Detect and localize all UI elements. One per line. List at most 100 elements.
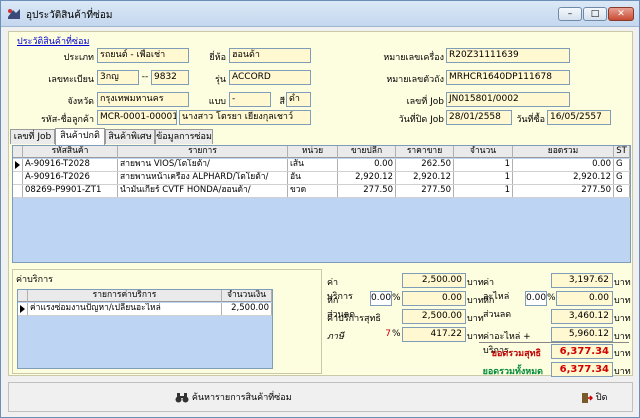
baht-label: บาท <box>467 278 484 288</box>
col-header-unit[interactable]: หน่วย <box>288 146 338 158</box>
baht-label: บาท <box>467 314 484 324</box>
plate-prefix-field[interactable]: 3กญ <box>97 70 139 85</box>
percent-label: % <box>392 293 401 303</box>
close-window-button[interactable]: ✕ <box>608 7 634 21</box>
cell-retail: 277.50 <box>338 185 396 197</box>
vat-amount-field[interactable]: 417.22 <box>402 327 466 342</box>
cell-item: น้ำมันเกียร์ CVTF HONDA/ฮอนด้า/ <box>118 185 288 197</box>
service-net-field[interactable]: 2,500.00 <box>402 309 466 324</box>
col-header-st[interactable]: ST <box>614 146 630 158</box>
cell-st: G <box>614 172 630 184</box>
row-pointer-icon <box>18 303 28 315</box>
cell-code: A-90916-T2026 <box>23 172 118 184</box>
history-link[interactable]: ประวัติสินค้าที่ซ่อม <box>17 34 89 48</box>
col-header-price[interactable]: ราคาขาย <box>396 146 454 158</box>
parts-discount-amt-field[interactable]: 0.00 <box>556 291 613 306</box>
model-field[interactable]: ACCORD <box>229 70 311 85</box>
baht-label: บาท <box>614 296 631 306</box>
title-bar: อุประวัติสินค้าที่ซ่อม – □ ✕ <box>1 1 639 27</box>
brand-field[interactable]: ฮอนด้า <box>229 48 311 63</box>
search-button-label: ค้นหารายการสินค้าที่ซ่อม <box>191 393 292 403</box>
cell-code: A-90916-T2028 <box>23 159 118 171</box>
buy-date-field[interactable]: 16/05/2557 <box>547 110 611 125</box>
plate-number-field[interactable]: 9832 <box>151 70 189 85</box>
cell-service-amount: 2,500.00 <box>222 303 272 315</box>
brand-label: ยี่ห้อ <box>209 53 226 63</box>
vehicle-type-field[interactable]: รถยนต์ - เพื่อเช่า <box>97 48 189 63</box>
cell-total: 0.00 <box>513 159 614 171</box>
row-indicator <box>13 172 23 184</box>
app-icon <box>8 9 20 19</box>
service-group-title: ค่าบริการ <box>16 275 53 285</box>
parts-fee-field[interactable]: 3,197.62 <box>551 273 613 288</box>
service-discount-pct-field[interactable]: 0.00 <box>370 291 392 306</box>
cell-st: G <box>614 185 630 197</box>
parts-table-header: รหัสสินค้า รายการ หน่วย ขายปลีก ราคาขาย … <box>13 146 630 158</box>
col-header-retail[interactable]: ขายปลีก <box>338 146 396 158</box>
tab-repair-info[interactable]: ข้อมูลการซ่อม <box>155 129 213 144</box>
tab-job-no[interactable]: เลขที่ Job <box>10 129 55 144</box>
maximize-button[interactable]: □ <box>583 7 607 21</box>
table-row[interactable]: A-90916-T2026 สายพานหน้าเครื่อง ALPHARD/… <box>13 172 630 185</box>
minimize-button[interactable]: – <box>558 7 582 21</box>
service-fee-field[interactable]: 2,500.00 <box>402 273 466 288</box>
table-row[interactable]: 08269-P9901-ZT1 น้ำมันเกียร์ CVTF HONDA/… <box>13 185 630 198</box>
baht-label: บาท <box>614 349 631 359</box>
grand-total-label: ยอดรวมทั้งหมด <box>482 367 543 377</box>
search-repaired-items-button[interactable]: ค้นหารายการสินค้าที่ซ่อม <box>175 389 292 407</box>
plate-separator: -- <box>141 72 149 82</box>
col-header-qty[interactable]: จำนวน <box>454 146 513 158</box>
job-no-label: เลขที่ Job <box>406 97 444 107</box>
col-header-item[interactable]: รายการ <box>118 146 288 158</box>
tab-normal-parts[interactable]: สินค้าปกติ <box>55 128 105 145</box>
cell-price: 277.50 <box>396 185 454 197</box>
color-field[interactable]: ดำ <box>286 92 311 107</box>
close-button-label: ปิด <box>595 393 608 403</box>
parts-plus-service-field[interactable]: 5,960.12 <box>551 327 613 342</box>
close-button[interactable]: ปิด <box>581 389 607 407</box>
cell-item: สายพาน VIOS/โตโยต้า/ <box>118 159 288 171</box>
job-no-field[interactable]: JN015801/0002 <box>446 92 570 107</box>
job-close-date-field[interactable]: 28/01/2558 <box>446 110 512 125</box>
col-header-service-item[interactable]: รายการค่าบริการ <box>28 290 222 302</box>
engine-no-label: หมายเลขเครื่อง <box>383 53 444 63</box>
col-header-code[interactable]: รหัสสินค้า <box>23 146 118 158</box>
net-total-field[interactable]: 6,377.34 <box>551 344 613 359</box>
col-header-total[interactable]: ยอดรวม <box>513 146 614 158</box>
grand-total-field[interactable]: 6,377.34 <box>551 362 613 377</box>
buy-date-label: วันที่ซื้อ <box>516 115 545 125</box>
parts-table: รหัสสินค้า รายการ หน่วย ขายปลีก ราคาขาย … <box>12 145 631 263</box>
chassis-no-field[interactable]: MRHCR1640DP111678 <box>446 70 570 85</box>
color-label: สี <box>279 97 286 107</box>
service-discount-amt-field[interactable]: 0.00 <box>402 291 466 306</box>
parts-net-field[interactable]: 3,460.12 <box>551 309 613 324</box>
table-row[interactable]: ค่าแรงซ่อมงานปัญหา/เปลี่ยนอะไหล่ 2,500.0… <box>18 303 272 316</box>
table-row[interactable]: A-90916-T2028 สายพาน VIOS/โตโยต้า/ เส้น … <box>13 159 630 172</box>
type-label: แบบ <box>208 97 226 107</box>
province-field[interactable]: กรุงเทพมหานคร <box>97 92 189 107</box>
cell-qty: 1 <box>454 159 513 171</box>
tab-special-parts[interactable]: สินค้าพิเศษ <box>105 129 155 144</box>
percent-label: % <box>547 293 556 303</box>
col-header-service-amount[interactable]: จำนวนเงิน <box>222 290 272 302</box>
cell-st: G <box>614 159 630 171</box>
baht-label: บาท <box>614 367 631 377</box>
cell-qty: 1 <box>454 185 513 197</box>
net-total-label: ยอดรวมสุทธิ <box>491 349 541 359</box>
customer-code-field[interactable]: MCR-0001-00001 <box>97 110 177 125</box>
cell-retail: 0.00 <box>338 159 396 171</box>
service-table-header: รายการค่าบริการ จำนวนเงิน <box>18 290 272 302</box>
parts-discount-pct-field[interactable]: 0.00 <box>525 291 547 306</box>
baht-label: บาท <box>614 278 631 288</box>
service-net-label: ค่าบริการสุทธิ <box>327 314 381 324</box>
engine-no-field[interactable]: R20Z31111639 <box>446 48 570 63</box>
cell-service-item: ค่าแรงซ่อมงานปัญหา/เปลี่ยนอะไหล่ <box>28 303 222 315</box>
percent-label: % <box>392 329 401 339</box>
cell-total: 2,920.12 <box>513 172 614 184</box>
baht-label: บาท <box>467 296 484 306</box>
customer-name-field[interactable]: นางสาว โตรยา เยียงกุลเชาว์ <box>179 110 311 125</box>
service-table: รายการค่าบริการ จำนวนเงิน ค่าแรงซ่อมงานป… <box>17 289 273 369</box>
cell-item: สายพานหน้าเครื่อง ALPHARD/โตโยต้า/ <box>118 172 288 184</box>
type-field[interactable]: - <box>229 92 271 107</box>
bottom-toolbar: ค้นหารายการสินค้าที่ซ่อม ปิด <box>8 382 633 412</box>
